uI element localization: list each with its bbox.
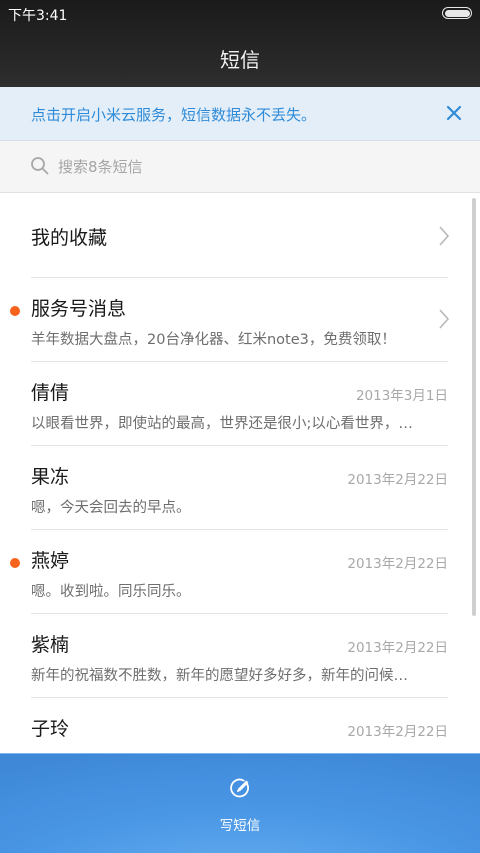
conversation-item[interactable]: 果冻 2013年2月22日 嗯，今天会回去的早点。 xyxy=(0,446,480,530)
unread-dot xyxy=(10,306,20,316)
conversation-name: 服务号消息 xyxy=(31,298,127,320)
compose-label[interactable]: 写短信 xyxy=(0,814,480,834)
conversation-date: 2013年2月22日 xyxy=(347,556,448,572)
conversation-name: 紫楠 xyxy=(31,634,70,656)
compose-button[interactable]: 写短信 xyxy=(0,753,480,853)
conversation-date: 2013年2月22日 xyxy=(347,724,448,740)
cloud-service-banner[interactable]: 点击开启小米云服务，短信数据永不丢失。 xyxy=(0,87,480,141)
conversation-item[interactable]: 紫楠 2013年2月22日 新年的祝福数不胜数，新年的愿望好多好多，新年的问候… xyxy=(0,614,480,698)
status-bar-time: 下午3:41 xyxy=(8,8,68,24)
search-input[interactable] xyxy=(58,153,438,181)
chevron-right-icon xyxy=(439,309,450,329)
conversation-preview: 以眼看世界，即使站的最高，世界还是很小;以心看世界，… xyxy=(31,416,413,432)
banner-text[interactable]: 点击开启小米云服务，短信数据永不丢失。 xyxy=(31,104,316,125)
conversation-date: 2013年3月1日 xyxy=(355,388,448,404)
conversation-preview: 嗯，今天会回去的早点。 xyxy=(31,500,191,516)
compose-icon[interactable] xyxy=(228,776,252,800)
conversation-preview: 羊年数据大盘点，20台净化器、红米note3，免费领取！ xyxy=(31,332,396,348)
conversation-preview: 新年的祝福数不胜数，新年的愿望好多好多，新年的问候… xyxy=(31,668,408,684)
conversation-date: 2013年2月22日 xyxy=(347,640,448,656)
conversation-name: 我的收藏 xyxy=(31,227,108,249)
page-title: 短信 xyxy=(220,48,260,72)
chevron-right-icon xyxy=(439,226,450,246)
battery-icon xyxy=(442,7,472,19)
conversation-name: 子玲 xyxy=(31,718,70,740)
conversation-item[interactable]: 燕婷 2013年2月22日 嗯。收到啦。同乐同乐。 xyxy=(0,530,480,614)
close-icon[interactable] xyxy=(442,101,466,125)
unread-dot xyxy=(10,558,20,568)
search-bar[interactable] xyxy=(0,141,480,193)
conversation-name: 果冻 xyxy=(31,466,70,488)
favorites-item[interactable]: 我的收藏 xyxy=(0,194,480,278)
app-header: 下午3:41 短信 xyxy=(0,0,480,87)
scrollbar[interactable] xyxy=(472,198,476,616)
conversation-date: 2013年2月22日 xyxy=(347,472,448,488)
service-messages-item[interactable]: 服务号消息 羊年数据大盘点，20台净化器、红米note3，免费领取！ xyxy=(0,278,480,362)
conversation-name: 燕婷 xyxy=(31,550,70,572)
conversation-list[interactable]: 我的收藏 服务号消息 羊年数据大盘点，20台净化器、红米note3，免费领取！ … xyxy=(0,194,480,753)
conversation-item[interactable]: 倩倩 2013年3月1日 以眼看世界，即使站的最高，世界还是很小;以心看世界，… xyxy=(0,362,480,446)
search-icon xyxy=(31,157,49,175)
conversation-preview: 嗯。收到啦。同乐同乐。 xyxy=(31,584,191,600)
conversation-name: 倩倩 xyxy=(31,382,70,404)
conversation-item[interactable]: 子玲 2013年2月22日 xyxy=(0,698,480,753)
